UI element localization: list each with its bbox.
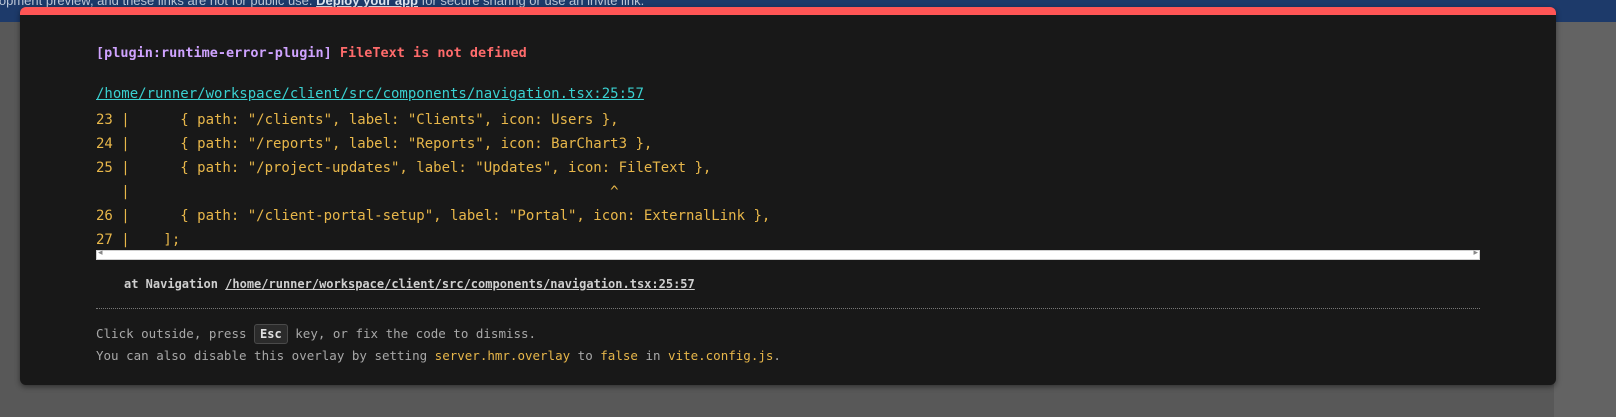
stack-location-link[interactable]: /home/runner/workspace/client/src/compon… [225, 277, 695, 291]
code-line: 24 | { path: "/reports", label: "Reports… [96, 136, 653, 152]
code-frame: 23 | { path: "/clients", label: "Clients… [96, 108, 770, 252]
tip-text: in [645, 348, 661, 363]
code-line: 23 | { path: "/clients", label: "Clients… [96, 112, 619, 128]
code-line: 26 | { path: "/client-portal-setup", lab… [96, 208, 771, 224]
disable-tip: You can also disable this overlay by set… [96, 348, 781, 363]
tip-text: Click outside, press [96, 326, 247, 341]
stack-prefix: at Navigation [124, 277, 218, 291]
code-caret-line: | ^ [96, 184, 619, 200]
tip-period: . [773, 348, 781, 363]
code-line: 25 | { path: "/project-updates", label: … [96, 160, 712, 176]
dismiss-tip: Click outside, press Esc key, or fix the… [96, 324, 536, 344]
code-line: 27 | ]; [96, 232, 181, 248]
horizontal-scrollbar[interactable]: ◂ ▸ [96, 248, 1480, 260]
arrow-right-icon[interactable]: ▸ [1473, 248, 1478, 258]
arrow-left-icon[interactable]: ◂ [98, 248, 103, 258]
error-text: FileText is not defined [339, 45, 527, 61]
tip-text: to [577, 348, 593, 363]
tip-text: You can also disable this overlay by set… [96, 348, 428, 363]
plugin-name: [plugin:runtime-error-plugin] [96, 45, 332, 61]
stack-trace: at Navigation /home/runner/workspace/cli… [124, 277, 695, 291]
setting-name: server.hmr.overlay [434, 348, 571, 363]
esc-key: Esc [254, 324, 288, 344]
error-file-link[interactable]: /home/runner/workspace/client/src/compon… [96, 86, 644, 102]
error-message: [plugin:runtime-error-plugin] FileText i… [96, 45, 527, 61]
setting-value: false [600, 348, 638, 363]
error-overlay: [plugin:runtime-error-plugin] FileText i… [20, 7, 1556, 385]
divider [96, 308, 1480, 309]
tip-text: key, or fix the code to dismiss. [295, 326, 537, 341]
backdrop-edge [1554, 22, 1616, 417]
config-file: vite.config.js [668, 348, 774, 363]
